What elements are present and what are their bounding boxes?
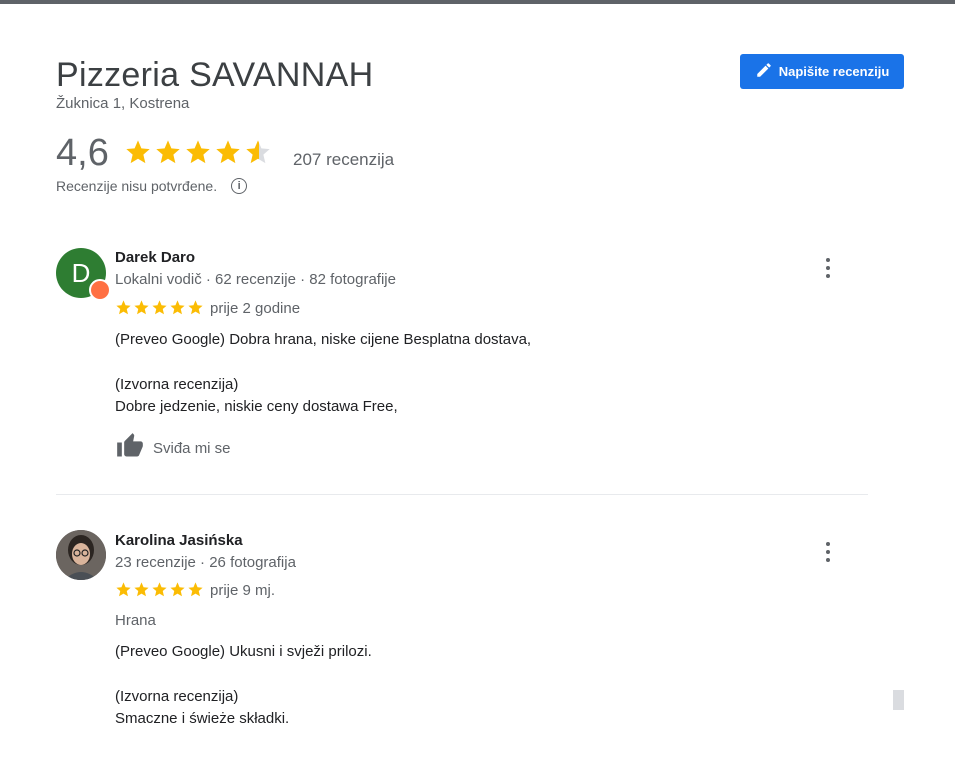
star-icon	[156, 140, 180, 164]
star-icon	[152, 582, 167, 597]
more-options-icon[interactable]	[822, 258, 834, 278]
avatar-photo[interactable]	[56, 530, 106, 580]
review-count[interactable]: 207 recenzija	[293, 150, 394, 170]
original-label: (Izvorna recenzija)	[115, 376, 239, 393]
star-icon	[152, 300, 167, 315]
more-options-icon[interactable]	[822, 542, 834, 562]
star-icon	[170, 300, 185, 315]
scrollbar-thumb[interactable]	[893, 690, 904, 710]
review-date: prije 9 mj.	[210, 582, 276, 599]
star-icon	[126, 140, 150, 164]
half-star-icon	[246, 140, 270, 164]
star-icon	[134, 300, 149, 315]
review-category: Hrana	[115, 612, 156, 629]
rating-number: 4,6	[56, 132, 109, 174]
star-icon	[216, 140, 240, 164]
avatar[interactable]: D	[56, 248, 111, 301]
reviewer-name[interactable]: Karolina Jasińska	[115, 532, 243, 549]
place-address: Žuknica 1, Kostrena	[56, 95, 190, 112]
local-guide-badge-icon	[89, 279, 111, 301]
star-icon	[186, 140, 210, 164]
avatar-initial: D	[71, 257, 91, 288]
thumbs-up-icon	[115, 432, 145, 464]
star-icon	[188, 582, 203, 597]
star-icon	[134, 582, 149, 597]
review-stars	[115, 299, 204, 316]
original-text: Smaczne i świeże składki.	[115, 710, 290, 727]
write-review-label: Napišite recenziju	[778, 64, 890, 79]
original-label: (Izvorna recenzija)	[115, 688, 239, 705]
review-stars	[115, 581, 204, 598]
reviewer-name[interactable]: Darek Daro	[115, 249, 195, 266]
translated-text: (Preveo Google) Dobra hrana, niske cijen…	[115, 331, 532, 348]
like-label: Sviđa mi se	[153, 439, 231, 457]
original-text: Dobre jedzenie, niskie ceny dostawa Free…	[115, 398, 398, 415]
not-verified-note: Recenzije nisu potvrđene. i	[56, 178, 248, 194]
write-review-button[interactable]: Napišite recenziju	[740, 54, 904, 89]
not-verified-text: Recenzije nisu potvrđene.	[56, 178, 218, 194]
info-icon[interactable]: i	[231, 178, 248, 194]
reviewer-meta: Lokalni vodič · 62 recenzije · 82 fotogr…	[115, 271, 396, 288]
review-divider	[56, 494, 868, 495]
place-title: Pizzeria SAVANNAH	[56, 56, 374, 94]
translated-text: (Preveo Google) Ukusni i svježi prilozi.	[115, 643, 372, 660]
star-icon	[170, 582, 185, 597]
reviewer-meta: 23 recenzije · 26 fotografija	[115, 554, 296, 571]
star-icon	[116, 582, 131, 597]
star-icon	[188, 300, 203, 315]
rating-stars	[124, 138, 272, 166]
pencil-icon	[755, 61, 773, 82]
like-button[interactable]: Sviđa mi se	[115, 432, 231, 464]
star-icon	[116, 300, 131, 315]
review-date: prije 2 godine	[210, 300, 301, 317]
clipped-search-text: Pizzeria SAVANNAH Kostrena	[0, 0, 269, 9]
